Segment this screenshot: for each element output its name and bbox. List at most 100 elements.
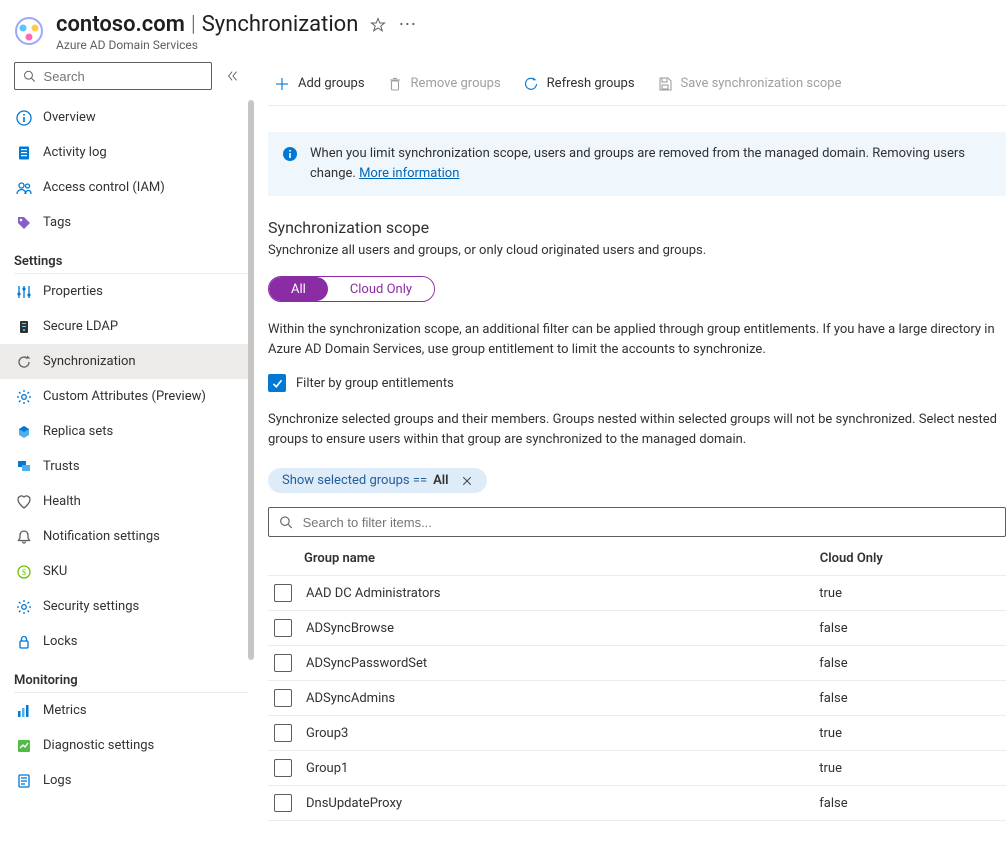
table-row: Group1true: [268, 751, 1006, 786]
collapse-sidebar-icon[interactable]: [222, 65, 244, 87]
sidebar-item-logs[interactable]: Logs: [0, 763, 254, 798]
sidebar-item-label: Activity log: [43, 145, 107, 160]
sidebar: Overview Activity log Access control (IAM)…: [0, 62, 254, 821]
group-name: ADSyncBrowse: [306, 621, 394, 636]
tuning-icon: [16, 284, 32, 300]
info-banner: When you limit synchronization scope, us…: [268, 132, 1006, 196]
scope-toggle: All Cloud Only: [268, 276, 435, 302]
table-row: AAD DC Administrators true: [268, 576, 1006, 611]
refresh-groups-button[interactable]: Refresh groups: [523, 76, 635, 92]
cloud-only-value: false: [819, 796, 1006, 811]
sidebar-item-access-control-iam-[interactable]: Access control (IAM): [0, 170, 254, 205]
scope-toggle-all[interactable]: All: [269, 277, 328, 301]
sidebar-item-replica-sets[interactable]: Replica sets: [0, 414, 254, 449]
metrics-icon: [16, 703, 32, 719]
log-icon: [16, 145, 32, 161]
resource-type-label: Azure AD Domain Services: [56, 38, 416, 52]
row-checkbox[interactable]: [274, 689, 292, 707]
sidebar-item-label: Metrics: [43, 703, 87, 718]
command-bar: Add groups Remove groups Refresh groups …: [268, 62, 1006, 106]
nav-section-header: Monitoring: [14, 659, 248, 693]
sync-icon: [16, 354, 32, 370]
health-icon: [16, 494, 32, 510]
filter-pill[interactable]: Show selected groups == All: [268, 468, 487, 493]
replica-icon: [16, 424, 32, 440]
group-name: AAD DC Administrators: [306, 586, 441, 601]
sidebar-item-sku[interactable]: SKU: [0, 554, 254, 589]
more-actions-icon[interactable]: ⋯: [398, 14, 416, 35]
sidebar-item-secure-ldap[interactable]: Secure LDAP: [0, 309, 254, 344]
cloud-only-value: false: [819, 691, 1006, 706]
lock-icon: [16, 634, 32, 650]
sidebar-item-label: Locks: [43, 634, 78, 649]
table-row: ADSyncBrowse false: [268, 611, 1006, 646]
sidebar-item-label: Security settings: [43, 599, 139, 614]
sidebar-item-diagnostic-settings[interactable]: Diagnostic settings: [0, 728, 254, 763]
info-banner-link[interactable]: More information: [359, 166, 459, 181]
trash-icon: [387, 76, 403, 92]
row-checkbox[interactable]: [274, 654, 292, 672]
sidebar-item-label: Secure LDAP: [43, 319, 118, 334]
filter-pill-value: All: [433, 473, 448, 488]
cloud-only-value: true: [819, 726, 1006, 741]
table-header: Group name Cloud Only: [268, 541, 1006, 576]
scope-title: Synchronization scope: [268, 218, 1006, 237]
resource-logo-icon: [14, 16, 44, 46]
cloud-only-value: true: [819, 586, 1006, 601]
sidebar-search-input[interactable]: [14, 62, 212, 90]
group-name: ADSyncPasswordSet: [306, 656, 427, 671]
table-row: ADSyncAdmins false: [268, 681, 1006, 716]
row-checkbox[interactable]: [274, 619, 292, 637]
table-row: DnsUpdateProxyfalse: [268, 786, 1006, 821]
sidebar-item-label: Custom Attributes (Preview): [43, 389, 206, 404]
blade-header: contoso.com|Synchronization ⋯ Azure AD D…: [0, 0, 1006, 62]
groups-table: Group name Cloud Only AAD DC Administrat…: [268, 541, 1006, 821]
group-name: ADSyncAdmins: [306, 691, 395, 706]
sidebar-item-label: SKU: [43, 564, 67, 579]
sidebar-item-locks[interactable]: Locks: [0, 624, 254, 659]
sku-icon: [16, 564, 32, 580]
cloud-only-value: true: [819, 761, 1006, 776]
add-groups-button[interactable]: Add groups: [274, 76, 365, 92]
scope-toggle-cloud[interactable]: Cloud Only: [328, 277, 434, 301]
groups-search-input[interactable]: [268, 507, 1006, 537]
row-checkbox[interactable]: [274, 724, 292, 742]
sidebar-item-tags[interactable]: Tags: [0, 205, 254, 240]
sidebar-item-label: Tags: [43, 215, 71, 230]
filter-pill-prefix: Show selected groups ==: [282, 473, 427, 488]
sidebar-item-notification-settings[interactable]: Notification settings: [0, 519, 254, 554]
info-icon: [16, 110, 32, 126]
sidebar-item-custom-attributes-preview-[interactable]: Custom Attributes (Preview): [0, 379, 254, 414]
favorite-star-icon[interactable]: [370, 17, 386, 33]
col-group-name[interactable]: Group name: [268, 551, 820, 566]
col-cloud-only[interactable]: Cloud Only: [820, 551, 1006, 566]
sidebar-item-synchronization[interactable]: Synchronization: [0, 344, 254, 379]
sidebar-item-label: Notification settings: [43, 529, 160, 544]
sidebar-item-label: Properties: [43, 284, 103, 299]
plus-icon: [274, 76, 290, 92]
sidebar-item-health[interactable]: Health: [0, 484, 254, 519]
sidebar-item-properties[interactable]: Properties: [0, 274, 254, 309]
filter-entitlements-checkbox[interactable]: [268, 374, 286, 392]
server-icon: [16, 319, 32, 335]
sidebar-item-metrics[interactable]: Metrics: [0, 693, 254, 728]
save-scope-button[interactable]: Save synchronization scope: [657, 76, 842, 92]
sidebar-item-overview[interactable]: Overview: [0, 100, 254, 135]
sidebar-item-trusts[interactable]: Trusts: [0, 449, 254, 484]
remove-groups-button[interactable]: Remove groups: [387, 76, 501, 92]
row-checkbox[interactable]: [274, 759, 292, 777]
security-icon: [16, 599, 32, 615]
sidebar-item-label: Diagnostic settings: [43, 738, 154, 753]
row-checkbox[interactable]: [274, 794, 292, 812]
sidebar-item-activity-log[interactable]: Activity log: [0, 135, 254, 170]
row-checkbox[interactable]: [274, 584, 292, 602]
filter-pill-clear-icon[interactable]: [461, 475, 473, 487]
sidebar-item-security-settings[interactable]: Security settings: [0, 589, 254, 624]
filter-entitlements-label: Filter by group entitlements: [296, 376, 454, 391]
sidebar-item-label: Synchronization: [43, 354, 136, 369]
group-name: Group3: [306, 726, 348, 741]
sidebar-item-label: Trusts: [43, 459, 80, 474]
trust-icon: [16, 459, 32, 475]
diag-icon: [16, 738, 32, 754]
cloud-only-value: false: [819, 621, 1006, 636]
